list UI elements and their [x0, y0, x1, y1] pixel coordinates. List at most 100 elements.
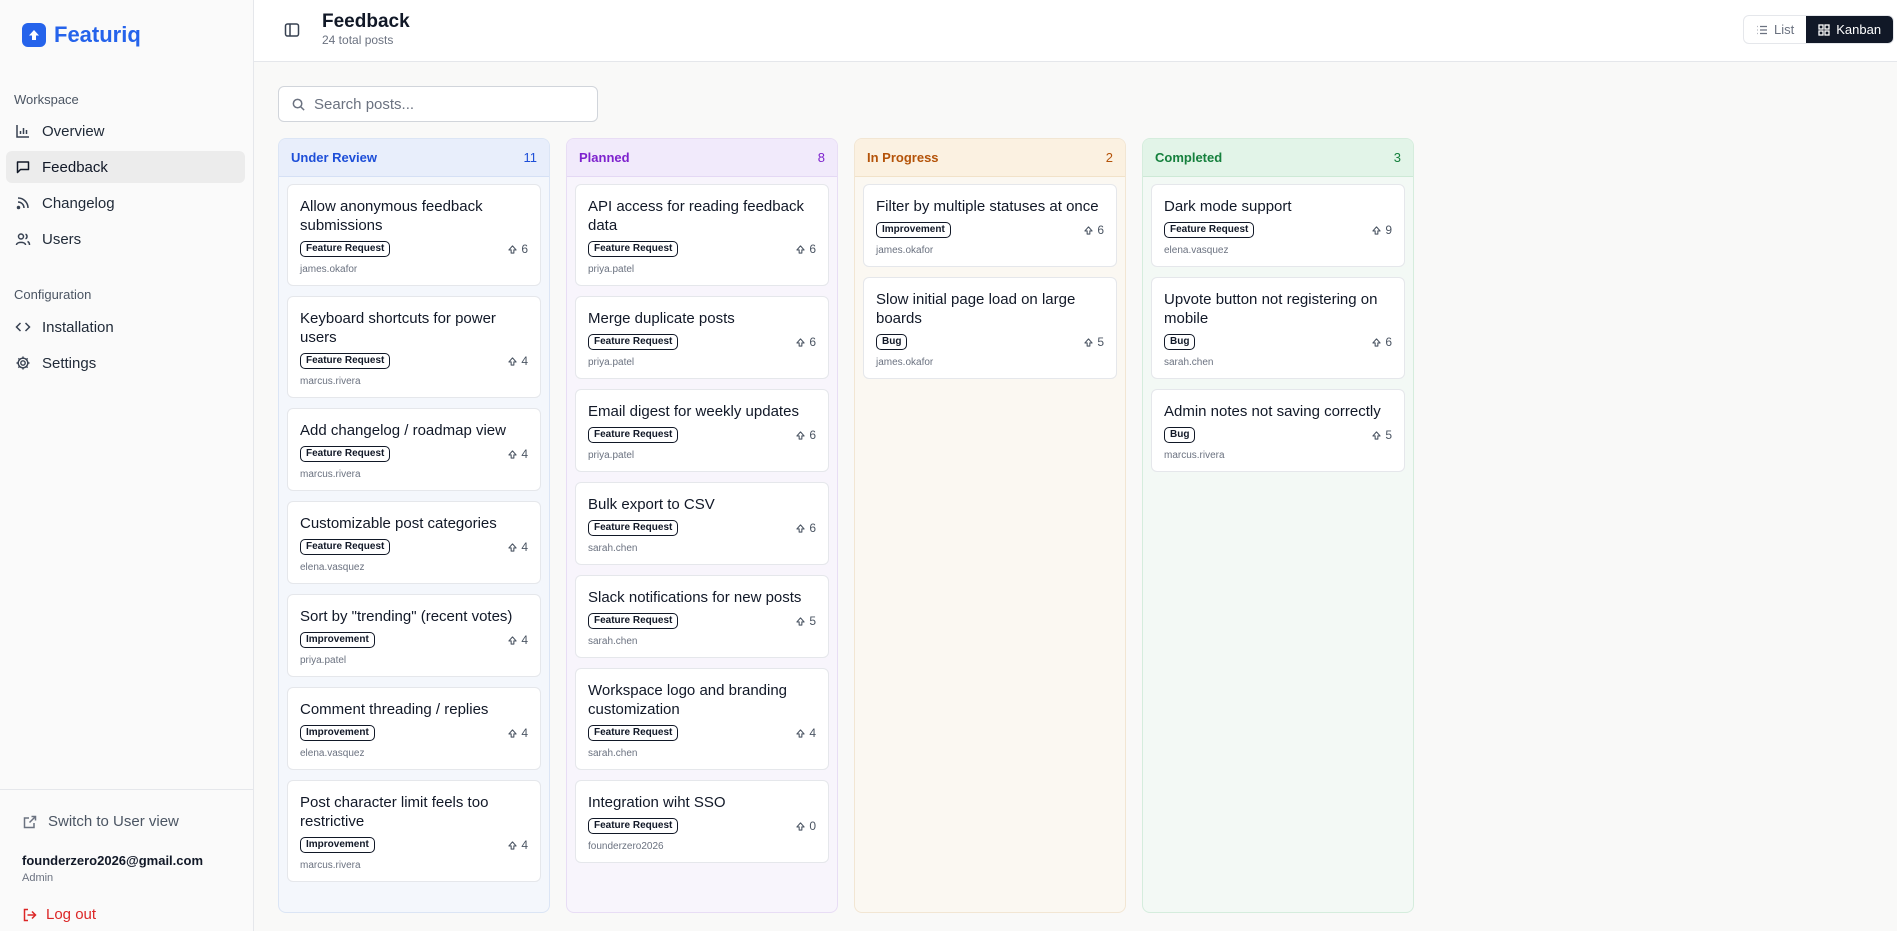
upvote-icon: [508, 840, 517, 850]
column-cards: API access for reading feedback data Feat…: [567, 177, 837, 863]
view-toggle: List Kanban: [1743, 15, 1895, 44]
grid-icon: [1818, 23, 1830, 36]
post-title: Workspace logo and branding customizatio…: [588, 682, 788, 718]
post-card[interactable]: Admin notes not saving correctly Bug 5 marc…: [1151, 389, 1405, 472]
post-meta-row: Bug 6: [1164, 334, 1392, 350]
vote-count[interactable]: 6: [1084, 223, 1104, 237]
vote-count[interactable]: 6: [796, 335, 816, 349]
brand[interactable]: Featuriq: [22, 22, 141, 48]
rss-icon: [14, 194, 32, 212]
post-card[interactable]: Allow anonymous feedback submissions Feat…: [287, 184, 541, 286]
post-card[interactable]: Add changelog / roadmap view Feature Requ…: [287, 408, 541, 491]
post-card[interactable]: Upvote button not registering on mobile B…: [1151, 277, 1405, 379]
vote-number: 4: [521, 633, 528, 647]
post-card[interactable]: Sort by "trending" (recent votes) Improve…: [287, 594, 541, 677]
vote-count[interactable]: 6: [508, 242, 528, 256]
post-card[interactable]: Bulk export to CSV Feature Request 6 sarah.…: [575, 482, 829, 565]
vote-count[interactable]: 6: [796, 242, 816, 256]
vote-number: 4: [521, 447, 528, 461]
post-author: sarah.chen: [1164, 357, 1214, 368]
vote-count[interactable]: 6: [796, 521, 816, 535]
post-meta-row: Improvement 4: [300, 725, 528, 741]
vote-count[interactable]: 9: [1372, 223, 1392, 237]
post-card[interactable]: Comment threading / replies Improvement 4 e…: [287, 687, 541, 770]
post-tag-badge: Feature Request: [588, 725, 679, 741]
post-card[interactable]: Integration wiht SSO Feature Request 0 foun…: [575, 780, 829, 863]
column-title: In Progress: [867, 150, 939, 165]
upvote-icon: [1084, 337, 1093, 347]
post-card[interactable]: Dark mode support Feature Request 9 elena.v…: [1151, 184, 1405, 267]
vote-count[interactable]: 4: [508, 354, 528, 368]
post-tag-badge: Feature Request: [588, 427, 679, 443]
upvote-icon: [796, 430, 805, 440]
logout-button[interactable]: Log out: [22, 906, 96, 923]
upvote-icon: [796, 244, 805, 254]
post-title: API access for reading feedback data: [588, 198, 804, 234]
sidebar-toggle-button[interactable]: [282, 20, 302, 40]
upvote-icon: [796, 821, 805, 831]
post-meta-row: Feature Request 6: [588, 241, 816, 257]
vote-count[interactable]: 5: [1372, 428, 1392, 442]
post-card[interactable]: Workspace logo and branding customizatio…: [575, 668, 829, 770]
upvote-icon: [508, 449, 517, 459]
column-cards: Dark mode support Feature Request 9 elena.v…: [1143, 177, 1413, 472]
switch-to-user-view-link[interactable]: Switch to User view: [22, 813, 179, 830]
column-header: Under Review 11: [279, 139, 549, 177]
post-card[interactable]: Slack notifications for new posts Feature…: [575, 575, 829, 658]
post-title: Admin notes not saving correctly: [1164, 403, 1381, 420]
vote-count[interactable]: 4: [508, 838, 528, 852]
post-author: james.okafor: [300, 264, 358, 275]
vote-count[interactable]: 4: [508, 633, 528, 647]
post-card[interactable]: API access for reading feedback data Feat…: [575, 184, 829, 286]
vote-count[interactable]: 6: [796, 428, 816, 442]
vote-number: 4: [521, 540, 528, 554]
list-icon: [1757, 25, 1767, 34]
list-view-label: List: [1774, 22, 1795, 37]
sidebar-item-settings[interactable]: Settings: [6, 347, 245, 379]
search-input[interactable]: [314, 95, 584, 113]
post-title: Dark mode support: [1164, 198, 1292, 215]
post-card[interactable]: Filter by multiple statuses at once Impro…: [863, 184, 1117, 267]
upvote-icon: [508, 356, 517, 366]
search-icon: [292, 98, 305, 111]
sidebar-item-changelog[interactable]: Changelog: [6, 187, 245, 219]
upvote-icon: [508, 542, 517, 552]
vote-number: 5: [809, 614, 816, 628]
vote-count[interactable]: 5: [1084, 335, 1104, 349]
column-header: Planned 8: [567, 139, 837, 177]
vote-count[interactable]: 6: [1372, 335, 1392, 349]
post-tag-badge: Feature Request: [588, 520, 679, 536]
post-card[interactable]: Keyboard shortcuts for power users Featur…: [287, 296, 541, 398]
vote-number: 4: [521, 726, 528, 740]
post-author: sarah.chen: [588, 636, 638, 647]
vote-count[interactable]: 5: [796, 614, 816, 628]
vote-count[interactable]: 4: [796, 726, 816, 740]
sidebar-item-overview[interactable]: Overview: [6, 115, 245, 147]
vote-count[interactable]: 4: [508, 540, 528, 554]
post-author: marcus.rivera: [300, 860, 361, 871]
list-view-button[interactable]: List: [1744, 16, 1806, 43]
post-card[interactable]: Merge duplicate posts Feature Request 6 pri…: [575, 296, 829, 379]
post-card[interactable]: Slow initial page load on large boards Bu…: [863, 277, 1117, 379]
sidebar-item-feedback[interactable]: Feedback: [6, 151, 245, 183]
column-header: Completed 3: [1143, 139, 1413, 177]
post-title: Add changelog / roadmap view: [300, 422, 506, 439]
sidebar-item-users[interactable]: Users: [6, 223, 245, 255]
post-author: priya.patel: [300, 655, 347, 666]
vote-count[interactable]: 4: [508, 726, 528, 740]
post-card[interactable]: Post character limit feels too restricti…: [287, 780, 541, 882]
brand-name: Featuriq: [54, 22, 141, 47]
post-tag-badge: Feature Request: [588, 613, 679, 629]
header: Feedback 24 total posts List Kanban: [254, 0, 1897, 62]
column-title: Under Review: [291, 150, 377, 165]
kanban-view-button[interactable]: Kanban: [1806, 16, 1894, 43]
column-count: 11: [523, 150, 538, 165]
column-under-review: Under Review 11 Allow anonymous feedback…: [278, 138, 550, 913]
vote-count[interactable]: 4: [508, 447, 528, 461]
post-card[interactable]: Customizable post categories Feature Requ…: [287, 501, 541, 584]
post-author: sarah.chen: [588, 543, 638, 554]
post-title: Allow anonymous feedback submissions: [300, 198, 483, 234]
sidebar-item-installation[interactable]: Installation: [6, 311, 245, 343]
post-card[interactable]: Email digest for weekly updates Feature R…: [575, 389, 829, 472]
vote-count[interactable]: 0: [796, 819, 816, 833]
